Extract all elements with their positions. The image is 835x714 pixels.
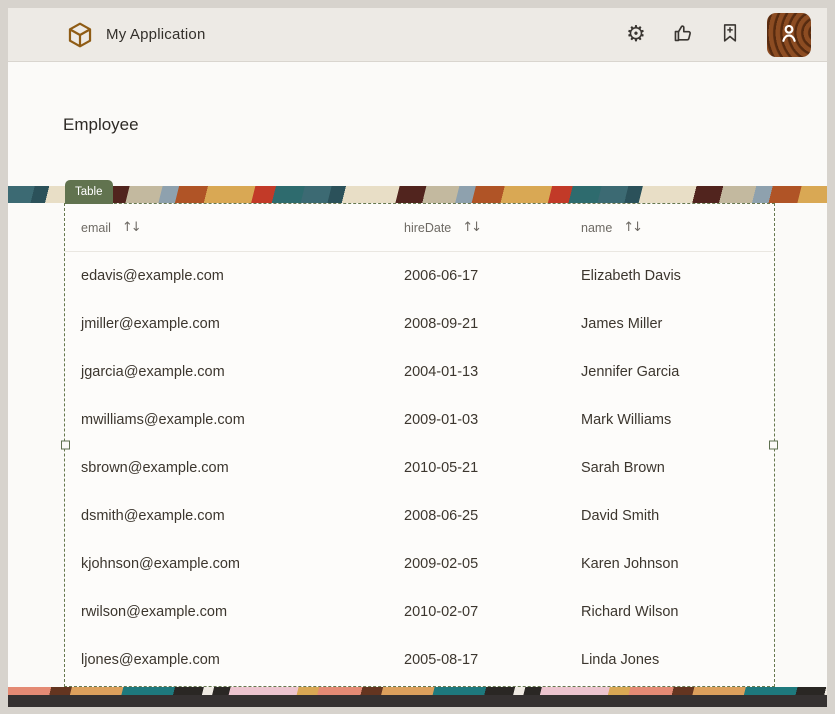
table-body: edavis@example.com 2006-06-17 Elizabeth …	[65, 252, 774, 684]
avatar-button[interactable]	[767, 13, 811, 57]
background-pattern-top	[8, 186, 827, 203]
cell-name: Mark Williams	[581, 412, 774, 428]
cell-email: jgarcia@example.com	[81, 364, 404, 380]
app-frame: My Application ⚙	[8, 8, 827, 707]
table-row[interactable]: mwilliams@example.com 2009-01-03 Mark Wi…	[65, 396, 774, 444]
employee-table[interactable]: Table email ↑↓ hireDate ↑↓ name ↑↓ edavi…	[64, 203, 775, 687]
cell-hiredate: 2009-01-03	[404, 412, 581, 428]
sort-arrows-icon[interactable]: ↑↓	[462, 220, 480, 235]
cell-hiredate: 2009-02-05	[404, 556, 581, 572]
cell-hiredate: 2008-09-21	[404, 316, 581, 332]
thumbs-up-icon	[672, 22, 695, 48]
person-icon	[776, 20, 802, 49]
table-row[interactable]: edavis@example.com 2006-06-17 Elizabeth …	[65, 252, 774, 300]
resize-handle-left[interactable]	[61, 441, 70, 450]
cell-email: ljones@example.com	[81, 652, 404, 668]
cell-name: Jennifer Garcia	[581, 364, 774, 380]
cell-hiredate: 2010-05-21	[404, 460, 581, 476]
app-logo-cube-icon	[66, 21, 94, 49]
screen: My Application ⚙	[0, 0, 835, 714]
cell-hiredate: 2005-08-17	[404, 652, 581, 668]
app-header: My Application ⚙	[8, 8, 827, 62]
cell-name: Richard Wilson	[581, 604, 774, 620]
sort-arrows-icon[interactable]: ↑↓	[623, 220, 641, 235]
column-label: hireDate	[404, 221, 451, 235]
cell-hiredate: 2010-02-07	[404, 604, 581, 620]
bookmark-add-icon	[719, 22, 741, 47]
table-row[interactable]: jgarcia@example.com 2004-01-13 Jennifer …	[65, 348, 774, 396]
footer-bar	[8, 695, 827, 707]
table-header-row: email ↑↓ hireDate ↑↓ name ↑↓	[65, 204, 774, 252]
cell-email: jmiller@example.com	[81, 316, 404, 332]
settings-button[interactable]: ⚙	[624, 23, 648, 47]
cell-name: David Smith	[581, 508, 774, 524]
cell-hiredate: 2006-06-17	[404, 268, 581, 284]
cell-name: Linda Jones	[581, 652, 774, 668]
cell-hiredate: 2004-01-13	[404, 364, 581, 380]
cell-name: Elizabeth Davis	[581, 268, 774, 284]
column-header-hiredate[interactable]: hireDate ↑↓	[404, 220, 581, 235]
column-header-email[interactable]: email ↑↓	[81, 220, 404, 235]
cell-email: sbrown@example.com	[81, 460, 404, 476]
cell-name: Sarah Brown	[581, 460, 774, 476]
cell-email: dsmith@example.com	[81, 508, 404, 524]
selection-badge[interactable]: Table	[65, 180, 113, 204]
cell-email: edavis@example.com	[81, 268, 404, 284]
gear-icon: ⚙	[626, 24, 646, 46]
background-pattern-bottom	[8, 687, 827, 695]
table-row[interactable]: jmiller@example.com 2008-09-21 James Mil…	[65, 300, 774, 348]
table-row[interactable]: sbrown@example.com 2010-05-21 Sarah Brow…	[65, 444, 774, 492]
table-row[interactable]: rwilson@example.com 2010-02-07 Richard W…	[65, 588, 774, 636]
like-button[interactable]	[671, 23, 695, 47]
sort-arrows-icon[interactable]: ↑↓	[122, 220, 140, 235]
table-row[interactable]: ljones@example.com 2005-08-17 Linda Jone…	[65, 636, 774, 684]
resize-handle-right[interactable]	[769, 441, 778, 450]
table-row[interactable]: dsmith@example.com 2008-06-25 David Smit…	[65, 492, 774, 540]
column-label: email	[81, 221, 111, 235]
cell-email: mwilliams@example.com	[81, 412, 404, 428]
page-title: Employee	[63, 115, 139, 135]
cell-email: rwilson@example.com	[81, 604, 404, 620]
bookmark-button[interactable]	[718, 23, 742, 47]
cell-hiredate: 2008-06-25	[404, 508, 581, 524]
table-row[interactable]: kjohnson@example.com 2009-02-05 Karen Jo…	[65, 540, 774, 588]
header-actions: ⚙	[624, 13, 811, 57]
cell-name: James Miller	[581, 316, 774, 332]
cell-email: kjohnson@example.com	[81, 556, 404, 572]
column-label: name	[581, 221, 612, 235]
app-title: My Application	[106, 26, 206, 43]
column-header-name[interactable]: name ↑↓	[581, 220, 774, 235]
cell-name: Karen Johnson	[581, 556, 774, 572]
